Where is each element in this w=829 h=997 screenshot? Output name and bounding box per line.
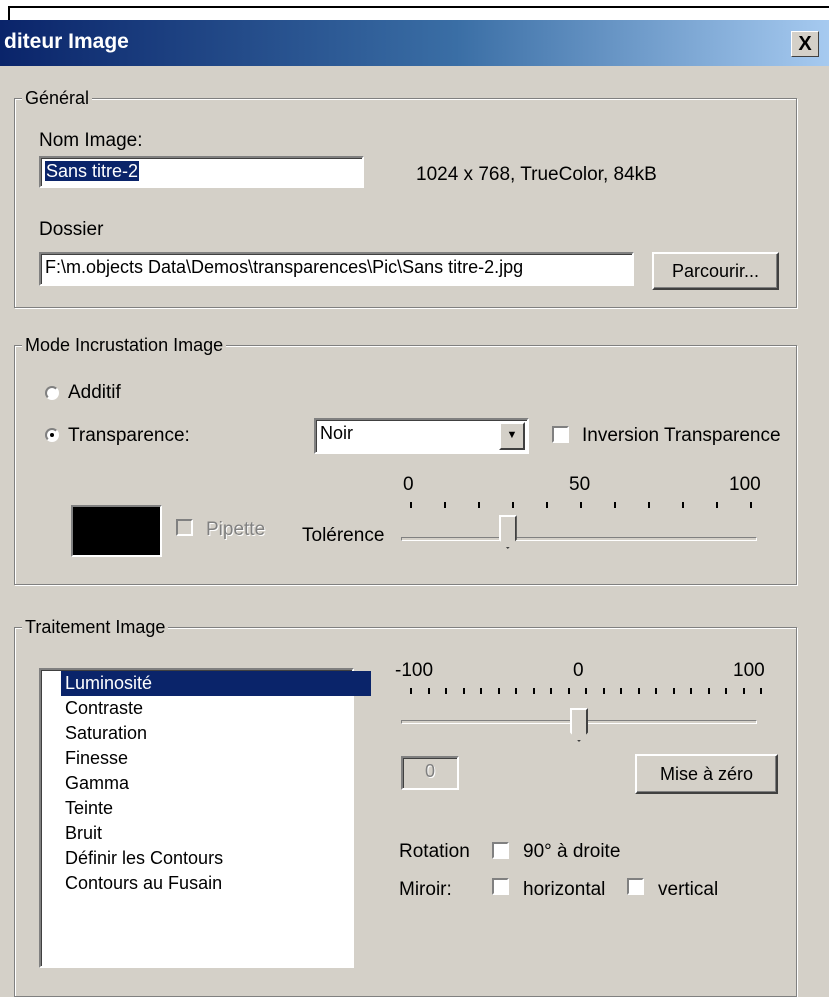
slider-tick-mark [512, 502, 514, 508]
slider-tick-mark [546, 502, 548, 508]
tolerance-ticks [410, 502, 752, 510]
slider-tick-mark [638, 688, 640, 694]
window-title: diteur Image [4, 30, 129, 53]
slider-tick-mark [498, 688, 500, 694]
image-name-value: Sans titre-2 [45, 161, 140, 181]
list-item[interactable]: Gamma [65, 771, 129, 796]
mirror-vertical-label: vertical [658, 879, 719, 900]
rotate-right-checkbox[interactable] [492, 842, 509, 859]
slider-tick-mark [743, 688, 745, 694]
slider-tick-mark [708, 688, 710, 694]
image-name-label: Nom Image: [39, 130, 143, 151]
list-item[interactable]: Définir les Contours [65, 846, 223, 871]
image-name-field[interactable]: Sans titre-2 [39, 156, 364, 188]
slider-tick-mark [478, 502, 480, 508]
reset-button[interactable]: Mise à zéro [635, 754, 778, 794]
slider-tick-mark [673, 688, 675, 694]
processing-list[interactable]: Luminosité Contraste Saturation Finesse Gamm… [39, 668, 371, 968]
slider-tick-mark [585, 688, 587, 694]
processing-legend: Traitement Image [22, 616, 169, 638]
slider-tick-mark [725, 688, 727, 694]
slider-tick-mark [550, 688, 552, 694]
mirror-horizontal-label: horizontal [523, 879, 606, 900]
general-legend: Général [22, 87, 93, 109]
slider-tick-mark [480, 688, 482, 694]
transparency-color-swatch[interactable] [71, 505, 162, 557]
processing-tick-min: -100 [395, 660, 434, 681]
rotation-label: Rotation [399, 841, 470, 862]
slider-tick-mark [716, 502, 718, 508]
browse-button[interactable]: Parcourir... [652, 252, 779, 290]
slider-tick-mark [410, 502, 412, 508]
slider-tick-mark [445, 688, 447, 694]
slider-tick-mark [614, 502, 616, 508]
folder-field[interactable]: F:\m.objects Data\Demos\transparences\Pi… [39, 252, 634, 286]
slider-tick-mark [580, 502, 582, 508]
chevron-down-icon[interactable]: ▼ [499, 422, 525, 450]
invert-transparency-label: Inversion Transparence [582, 425, 781, 446]
color-combo-value: Noir [320, 423, 354, 443]
slider-tick-mark [690, 688, 692, 694]
slider-tick-mark [410, 688, 412, 694]
tolerance-tick-100: 100 [729, 474, 761, 495]
additive-label: Additif [68, 382, 121, 403]
additive-radio[interactable] [45, 386, 59, 400]
list-item[interactable]: Bruit [65, 821, 102, 846]
slider-tick-mark [533, 688, 535, 694]
folder-label: Dossier [39, 219, 104, 240]
top-border [0, 0, 829, 22]
eyedropper-checkbox[interactable] [176, 519, 193, 536]
slider-tick-mark [428, 688, 430, 694]
slider-tick-mark [568, 688, 570, 694]
rotate-right-label: 90° à droite [523, 841, 621, 862]
mirror-label: Miroir: [399, 879, 452, 900]
processing-value-field[interactable]: 0 [401, 756, 459, 790]
close-button[interactable]: X [791, 31, 819, 57]
mirror-vertical-checkbox[interactable] [627, 878, 644, 895]
processing-ticks [410, 688, 762, 696]
slider-tick-mark [760, 688, 762, 694]
tolerance-tick-0: 0 [403, 474, 414, 495]
tolerance-tick-50: 50 [569, 474, 591, 495]
tolerance-slider-track[interactable] [401, 537, 757, 541]
slider-tick-mark [682, 502, 684, 508]
processing-tick-max: 100 [733, 660, 765, 681]
slider-tick-mark [655, 688, 657, 694]
transparency-label: Transparence: [68, 425, 190, 446]
processing-tick-mid: 0 [573, 660, 584, 681]
list-item[interactable]: Contours au Fusain [65, 871, 222, 896]
blend-mode-legend: Mode Incrustation Image [22, 334, 227, 356]
tolerance-label: Tolérence [302, 525, 385, 546]
slider-tick-mark [648, 502, 650, 508]
slider-tick-mark [444, 502, 446, 508]
slider-tick-mark [463, 688, 465, 694]
transparency-radio[interactable] [45, 428, 59, 442]
list-item[interactable]: Finesse [65, 746, 128, 771]
slider-tick-mark [603, 688, 605, 694]
slider-tick-mark [750, 502, 752, 508]
slider-tick-mark [515, 688, 517, 694]
slider-tick-mark [620, 688, 622, 694]
list-item[interactable]: Contraste [65, 696, 143, 721]
image-info: 1024 x 768, TrueColor, 84kB [416, 164, 657, 185]
mirror-horizontal-checkbox[interactable] [492, 878, 509, 895]
color-combo[interactable]: Noir [314, 418, 529, 454]
invert-transparency-checkbox[interactable] [552, 426, 569, 443]
list-item[interactable]: Luminosité [61, 671, 371, 696]
eyedropper-label: Pipette [206, 519, 266, 540]
list-item[interactable]: Saturation [65, 721, 147, 746]
list-item[interactable]: Teinte [65, 796, 113, 821]
